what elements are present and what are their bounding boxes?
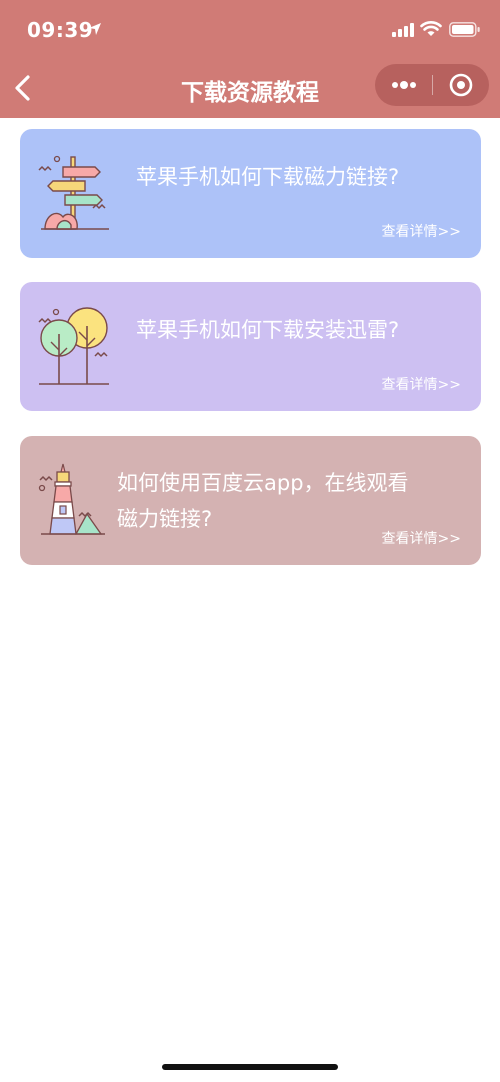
cellular-signal-icon [392, 22, 414, 41]
status-time: 09:39 [27, 18, 94, 42]
header: 09:39 下载资源教程 [0, 0, 500, 118]
tutorial-card[interactable]: 苹果手机如何下载安装迅雷? 查看详情>> [20, 282, 481, 411]
view-details-link[interactable]: 查看详情>> [382, 221, 461, 241]
home-indicator[interactable] [162, 1064, 338, 1070]
tutorial-card[interactable]: 苹果手机如何下载磁力链接? 查看详情>> [20, 129, 481, 258]
battery-icon [449, 22, 481, 41]
wifi-icon [420, 20, 442, 41]
close-mini-program-button[interactable] [433, 64, 489, 106]
view-details-link[interactable]: 查看详情>> [382, 374, 461, 394]
more-button[interactable] [375, 64, 431, 106]
view-details-link[interactable]: 查看详情>> [382, 528, 461, 548]
close-target-icon [449, 73, 473, 97]
location-arrow-icon [88, 21, 102, 35]
status-bar: 09:39 [0, 0, 500, 60]
more-dots-icon [392, 81, 416, 89]
lighthouse-icon [35, 458, 115, 544]
signpost-icon [35, 151, 115, 237]
card-title: 如何使用百度云app，在线观看磁力链接? [117, 471, 409, 531]
mini-program-capsule [375, 64, 489, 106]
trees-icon [35, 304, 115, 390]
card-title: 苹果手机如何下载磁力链接? [136, 165, 400, 189]
card-title: 苹果手机如何下载安装迅雷? [136, 318, 400, 342]
tutorial-card[interactable]: 如何使用百度云app，在线观看磁力链接? 查看详情>> [20, 436, 481, 565]
nav-bar: 下载资源教程 [0, 60, 500, 118]
